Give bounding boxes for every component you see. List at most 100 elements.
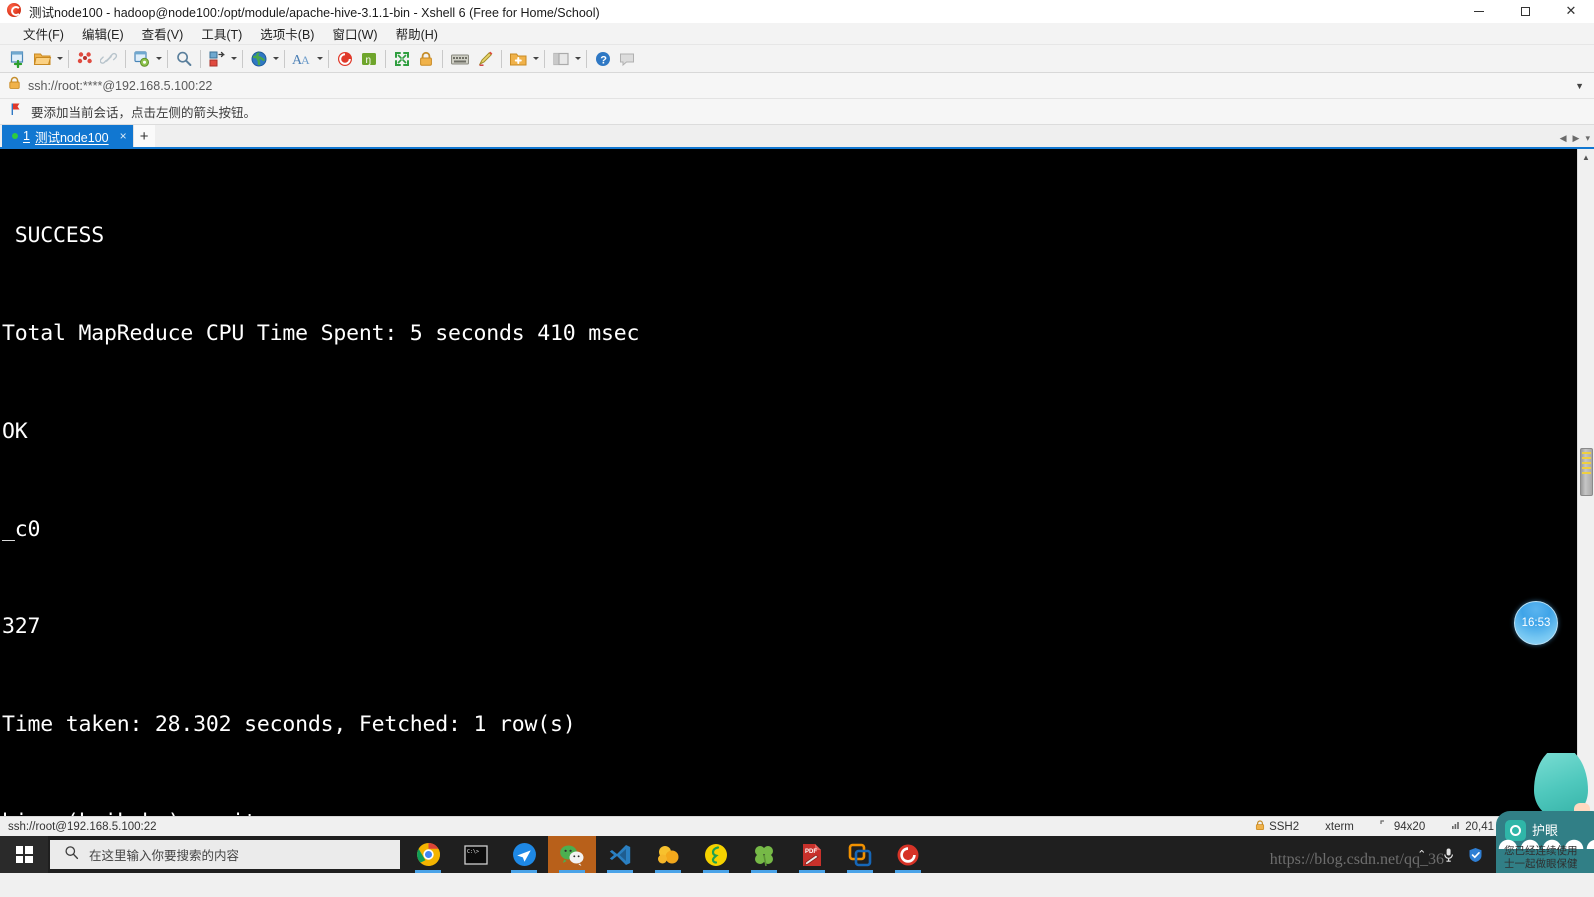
tab-strip: 1 测试node100 × + ◀ ▶ ▾ xyxy=(0,125,1594,149)
address-bar[interactable]: ssh://root:****@192.168.5.100:22 ▼ xyxy=(0,73,1594,99)
new-session-icon[interactable] xyxy=(6,47,30,71)
menu-help[interactable]: 帮助(H) xyxy=(387,22,447,45)
floating-clock-widget[interactable]: 16:53 xyxy=(1514,601,1558,645)
maximize-button[interactable] xyxy=(1502,0,1548,23)
transfer-file-icon[interactable] xyxy=(205,47,229,71)
system-tray: ⌃ 英 15:2 2020/ xyxy=(1408,836,1594,873)
svg-text:PDF: PDF xyxy=(805,849,817,855)
scrollbar-thumb[interactable] xyxy=(1579,448,1593,496)
tray-time: 15:2 xyxy=(1552,841,1575,854)
taskbar-app-chrome[interactable] xyxy=(404,836,452,873)
toolbar-separator xyxy=(284,49,285,68)
open-folder-icon[interactable] xyxy=(30,47,55,71)
menu-view[interactable]: 查看(V) xyxy=(133,22,193,45)
menu-window[interactable]: 窗口(W) xyxy=(323,22,386,45)
toolbar-separator xyxy=(200,49,201,68)
status-protocol-cell: SSH2 xyxy=(1242,819,1312,834)
menu-bar: 文件(F) 编辑(E) 查看(V) 工具(T) 选项卡(B) 窗口(W) 帮助(… xyxy=(0,23,1594,45)
menu-file[interactable]: 文件(F) xyxy=(14,22,73,45)
terminal-line: 327 xyxy=(2,614,41,640)
taskbar-app-vscode[interactable] xyxy=(596,836,644,873)
tab-index: 1 xyxy=(23,129,30,143)
input-method-icon[interactable] xyxy=(1516,836,1543,873)
window-title-bar: 测试node100 - hadoop@node100:/opt/module/a… xyxy=(0,0,1594,23)
globe-dropdown-icon[interactable] xyxy=(271,48,280,70)
menu-edit[interactable]: 编辑(E) xyxy=(73,22,133,45)
toolbar-separator xyxy=(242,49,243,68)
taskbar-apps: C:\> PDF xyxy=(404,836,932,873)
taskbar-app-xftp[interactable] xyxy=(884,836,932,873)
tray-clock[interactable]: 15:2 2020/ xyxy=(1543,841,1588,869)
font-dropdown-icon[interactable] xyxy=(315,48,324,70)
link-icon[interactable] xyxy=(97,47,121,71)
toolbar-separator xyxy=(328,49,329,68)
xshell-icon xyxy=(7,3,23,19)
help-icon[interactable]: ? xyxy=(591,47,615,71)
status-cells: SSH2 xterm 94x20 20,41 1 会话 ⬆ xyxy=(1242,819,1594,835)
scissors-icon[interactable] xyxy=(73,47,97,71)
taskbar-app-vmware[interactable] xyxy=(836,836,884,873)
toolbar-separator xyxy=(68,49,69,68)
add-folder-dropdown-icon[interactable] xyxy=(531,48,540,70)
hint-bar: 要添加当前会话，点击左侧的箭头按钮。 xyxy=(0,99,1594,125)
tab-label: 测试node100 xyxy=(34,130,109,145)
comment-icon[interactable] xyxy=(615,47,639,71)
taskbar-app-yellow-app[interactable] xyxy=(644,836,692,873)
xshell-icon[interactable] xyxy=(333,47,357,71)
tab-list-icon[interactable]: ▾ xyxy=(1585,133,1590,144)
ime-icon[interactable]: 英 xyxy=(1489,836,1516,873)
highlight-pen-icon[interactable] xyxy=(473,47,497,71)
chevron-up-icon[interactable]: ⌃ xyxy=(1408,836,1435,873)
lock-icon[interactable] xyxy=(414,47,438,71)
svg-text:C:\>: C:\> xyxy=(467,849,479,855)
globe-icon[interactable] xyxy=(247,47,271,71)
minimize-button[interactable] xyxy=(1456,0,1502,23)
nbsp-icon[interactable]: ŋ xyxy=(357,47,381,71)
transfer-file-dropdown-icon[interactable] xyxy=(229,48,238,70)
add-folder-icon[interactable] xyxy=(506,47,531,71)
new-tab-button[interactable]: + xyxy=(132,125,155,147)
session-properties-dropdown-icon[interactable] xyxy=(154,48,163,70)
fullscreen-icon[interactable] xyxy=(390,47,414,71)
tab-session-1[interactable]: 1 测试node100 × xyxy=(2,125,133,147)
close-icon[interactable]: × xyxy=(120,129,127,143)
tray-date: 2020/ xyxy=(1549,855,1578,868)
terminal-output[interactable]: SUCCESS Total MapReduce CPU Time Spent: … xyxy=(0,149,1577,816)
toolbar-separator xyxy=(586,49,587,68)
keyboard-icon[interactable] xyxy=(447,47,473,71)
taskbar-app-wechat[interactable] xyxy=(548,836,596,873)
close-button[interactable]: ✕ xyxy=(1548,0,1594,23)
toolbar-separator xyxy=(544,49,545,68)
toolbar: A A ŋ ? xyxy=(0,45,1594,73)
security-shield-icon[interactable] xyxy=(1462,836,1489,873)
font-icon[interactable]: A A xyxy=(289,47,315,71)
taskbar-app-clover[interactable] xyxy=(740,836,788,873)
tab-scroll-right-icon[interactable]: ▶ xyxy=(1573,133,1580,144)
scrollbar-track[interactable] xyxy=(1578,166,1594,816)
terminal-line: OK xyxy=(2,418,28,444)
svg-text:ŋ: ŋ xyxy=(366,55,372,66)
open-folder-dropdown-icon[interactable] xyxy=(55,48,64,70)
toolbar-separator xyxy=(167,49,168,68)
taskbar-app-terminal[interactable]: C:\> xyxy=(452,836,500,873)
session-properties-icon[interactable] xyxy=(130,47,154,71)
tab-scroll-left-icon[interactable]: ◀ xyxy=(1560,133,1567,144)
taskbar-app-pdf-editor[interactable]: PDF xyxy=(788,836,836,873)
status-cursor-cell: 20,41 xyxy=(1438,820,1507,833)
taskbar: 在这里输入你要搜索的内容 C:\> PDF https://blog.csdn.… xyxy=(0,753,1594,873)
chevron-down-icon[interactable]: ▼ xyxy=(1575,73,1584,99)
scroll-up-icon[interactable]: ▲ xyxy=(1578,149,1594,166)
layout-dropdown-icon[interactable] xyxy=(573,48,582,70)
taskbar-app-xshell[interactable] xyxy=(500,836,548,873)
windows-start-icon[interactable] xyxy=(0,836,48,873)
find-icon[interactable] xyxy=(172,47,196,71)
taskbar-app-qq-music[interactable] xyxy=(692,836,740,873)
menu-tools[interactable]: 工具(T) xyxy=(192,22,251,45)
menu-tabs[interactable]: 选项卡(B) xyxy=(251,22,323,45)
lock-icon xyxy=(1255,819,1265,834)
arrow-up-icon[interactable]: ⬆ xyxy=(1566,821,1594,832)
terminal-scrollbar[interactable]: ▲ xyxy=(1577,149,1594,816)
microphone-icon[interactable] xyxy=(1435,836,1462,873)
layout-icon[interactable] xyxy=(549,47,573,71)
taskbar-search-input[interactable]: 在这里输入你要搜索的内容 xyxy=(50,840,400,869)
